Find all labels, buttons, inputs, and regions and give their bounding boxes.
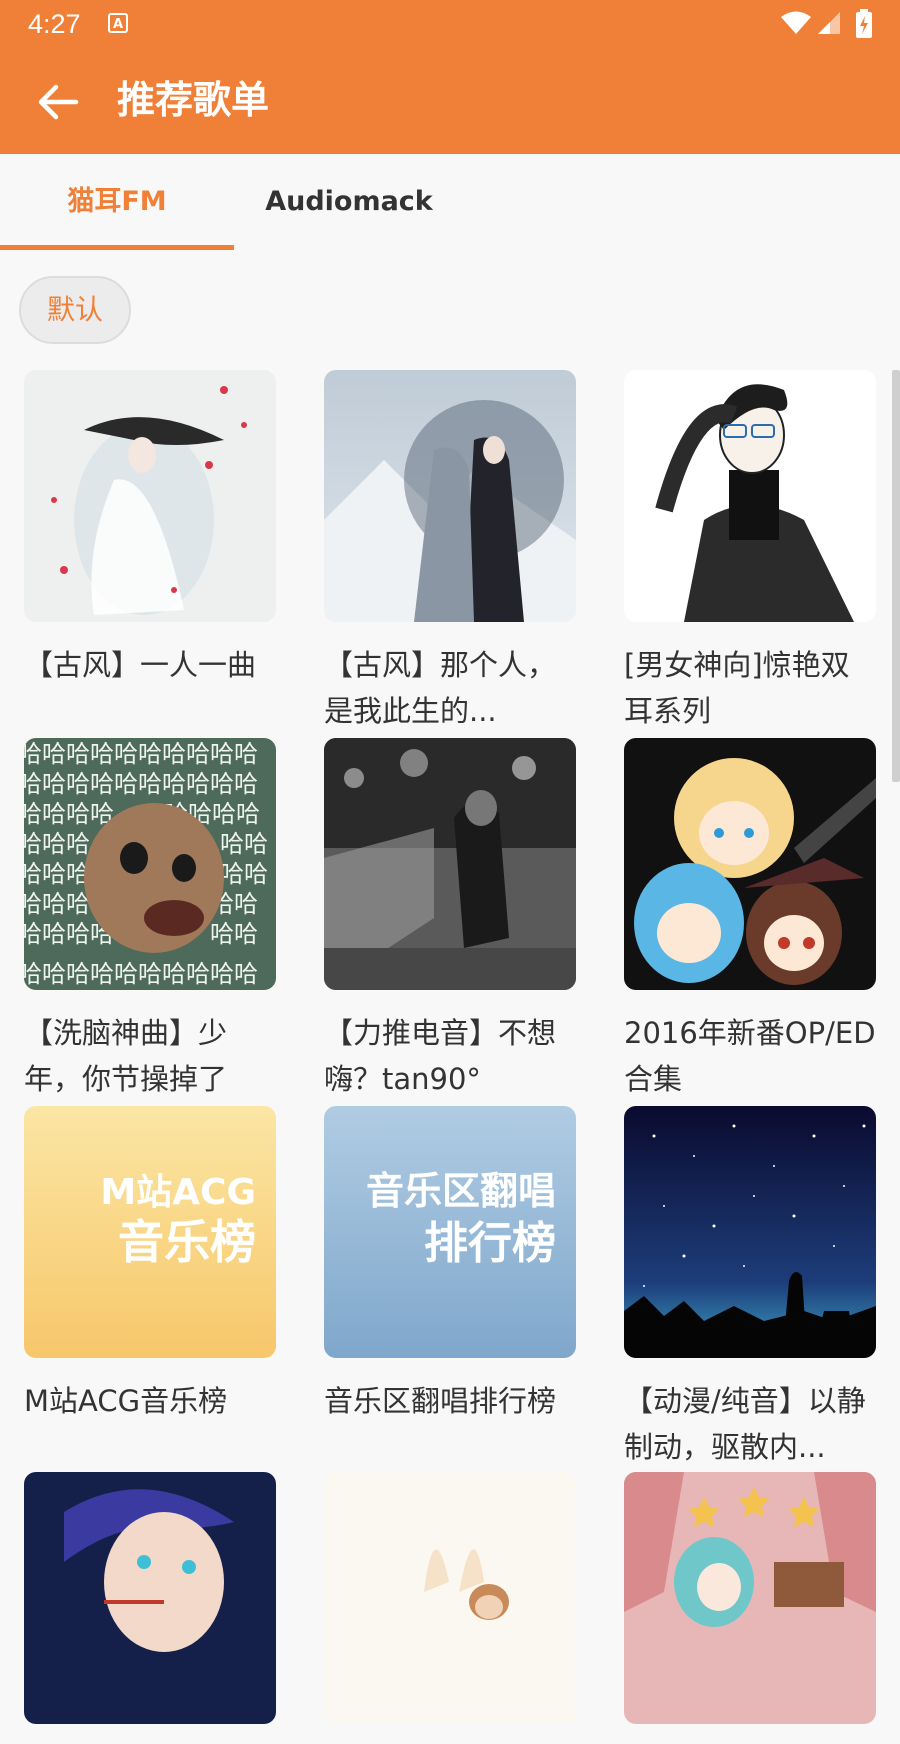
- playlist-title: 【古风】一人一曲: [24, 648, 257, 682]
- playlist-card[interactable]: M站ACG 音乐榜 M站ACG音乐榜: [24, 1106, 276, 1424]
- cover-text-line1: M站ACG: [100, 1172, 256, 1213]
- svg-text:哈哈: 哈哈: [220, 860, 268, 888]
- playlist-card[interactable]: 音乐区翻唱 排行榜 音乐区翻唱排行榜: [324, 1106, 576, 1424]
- playlist-title: [男女神向]惊艳双耳系列: [624, 648, 850, 728]
- playlist-cover: [324, 370, 576, 622]
- svg-text:哈哈哈哈哈哈哈哈哈哈: 哈哈哈哈哈哈哈哈哈哈: [24, 770, 258, 798]
- cover-text-line2: 音乐榜: [118, 1215, 256, 1269]
- playlist-title: 【洗脑神曲】少年，你节操掉了: [24, 1016, 228, 1096]
- playlist-cover: 音乐区翻唱 排行榜: [324, 1106, 576, 1358]
- cover-text-line1: 音乐区翻唱: [366, 1169, 556, 1213]
- playlist-cover: [624, 738, 876, 990]
- playlist-cover: [624, 1106, 876, 1358]
- playlist-card[interactable]: 2016年新番OP/ED合集: [624, 738, 876, 1102]
- svg-text:哈哈: 哈哈: [220, 830, 268, 858]
- playlist-card[interactable]: [624, 1472, 876, 1744]
- playlist-title: 音乐区翻唱排行榜: [324, 1384, 557, 1418]
- playlist-title: 2016年新番OP/ED合集: [624, 1016, 876, 1096]
- playlist-title: M站ACG音乐榜: [24, 1384, 228, 1418]
- playlist-cover: [324, 738, 576, 990]
- svg-text:哈哈哈哈哈哈哈哈哈哈: 哈哈哈哈哈哈哈哈哈哈: [24, 960, 258, 988]
- svg-text:哈哈: 哈哈: [210, 920, 258, 948]
- playlist-cover: [24, 370, 276, 622]
- playlist-card[interactable]: [24, 1472, 276, 1744]
- playlist-cover: [624, 1472, 876, 1724]
- svg-text:哈哈哈: 哈哈哈: [24, 890, 90, 918]
- playlist-cover: 哈哈哈哈哈哈哈哈哈哈 哈哈哈哈哈哈哈哈哈哈 哈哈哈哈 哈哈哈哈 哈哈哈 哈哈 哈…: [24, 738, 276, 990]
- playlist-title: 【动漫/纯音】以静制动，驱散内...: [624, 1384, 866, 1464]
- svg-text:哈哈哈: 哈哈哈: [24, 830, 90, 858]
- playlist-card[interactable]: 【动漫/纯音】以静制动，驱散内...: [624, 1106, 876, 1470]
- playlist-cover: [624, 370, 876, 622]
- playlist-cover: [24, 1472, 276, 1724]
- scrollbar[interactable]: [892, 370, 900, 782]
- playlist-title: 【力推电音】不想嗨？tan90°: [324, 1016, 557, 1096]
- playlist-cover: M站ACG 音乐榜: [24, 1106, 276, 1358]
- playlist-title: 【古风】那个人，是我此生的...: [324, 648, 557, 728]
- svg-text:哈哈哈哈哈哈哈哈哈哈: 哈哈哈哈哈哈哈哈哈哈: [24, 740, 258, 768]
- playlist-card[interactable]: 【力推电音】不想嗨？tan90°: [324, 738, 576, 1102]
- playlist-grid: 【古风】一人一曲 【古风】那个人，是我此生的... [男女神向]惊艳双耳系列 哈…: [0, 0, 900, 1724]
- playlist-card[interactable]: 【古风】一人一曲: [24, 370, 276, 688]
- playlist-card[interactable]: [男女神向]惊艳双耳系列: [624, 370, 876, 734]
- playlist-cover: [324, 1472, 576, 1724]
- playlist-card[interactable]: [324, 1472, 576, 1744]
- svg-text:哈哈哈哈: 哈哈哈哈: [24, 800, 114, 828]
- playlist-card[interactable]: 【古风】那个人，是我此生的...: [324, 370, 576, 734]
- cover-text-line2: 排行榜: [424, 1218, 556, 1269]
- playlist-card[interactable]: 哈哈哈哈哈哈哈哈哈哈 哈哈哈哈哈哈哈哈哈哈 哈哈哈哈 哈哈哈哈 哈哈哈 哈哈 哈…: [24, 738, 276, 1102]
